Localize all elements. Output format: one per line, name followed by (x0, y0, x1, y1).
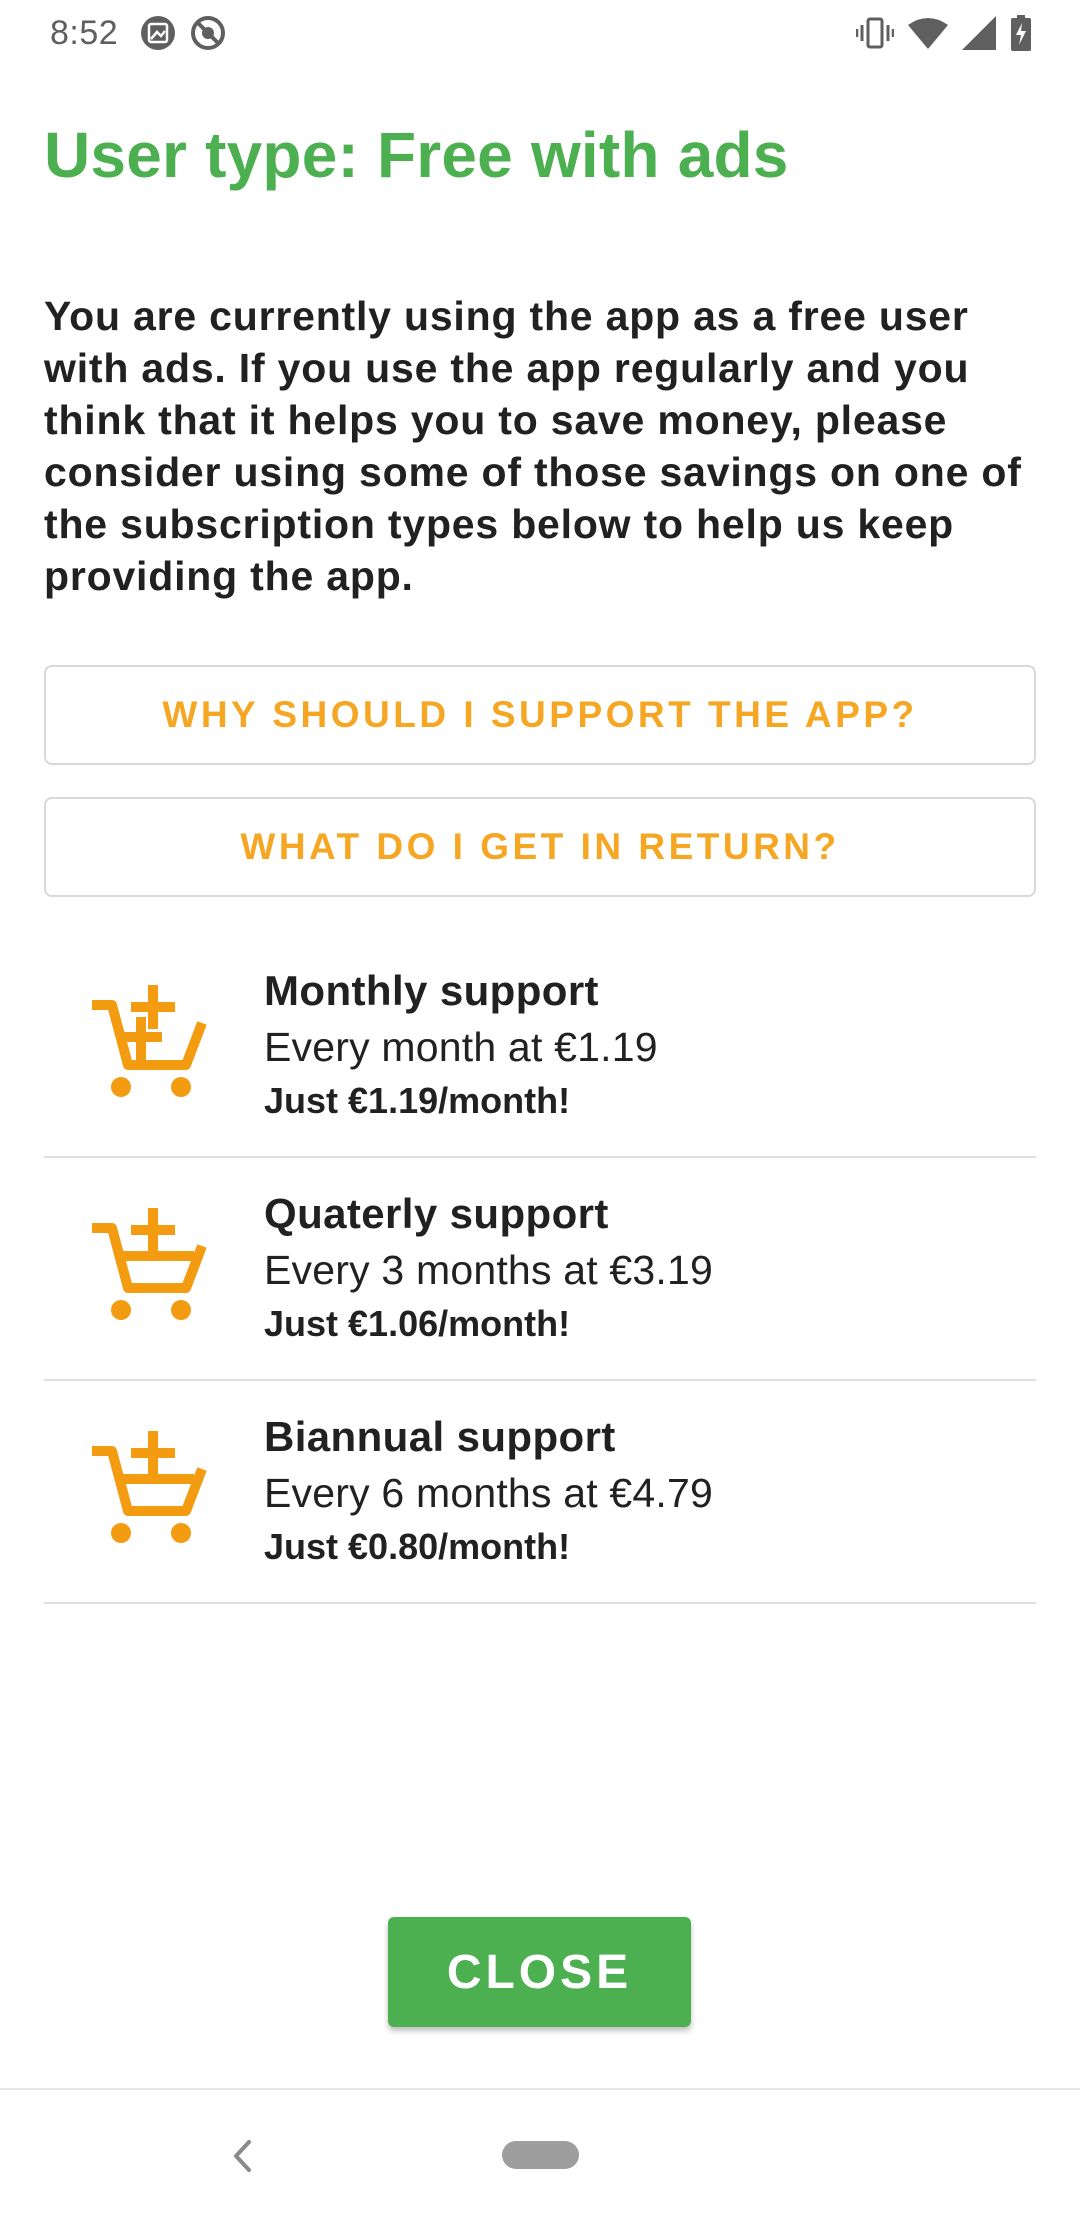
subscription-per-month: Just €1.06/month! (264, 1303, 571, 1344)
add-to-cart-icon (88, 983, 208, 1103)
subscription-per-month: Just €1.19/month! (264, 1080, 571, 1121)
subscription-item-monthly[interactable]: Monthly support Every month at €1.19 Jus… (44, 935, 1036, 1158)
subscription-price: Every month at €1.19 (264, 1024, 658, 1070)
status-right-icons (856, 15, 1032, 51)
subscription-per-month: Just €0.80/month! (264, 1526, 571, 1567)
subscription-item-quarterly[interactable]: Quaterly support Every 3 months at €3.19… (44, 1158, 1036, 1381)
close-button[interactable]: CLOSE (388, 1917, 691, 2027)
subscription-list: Monthly support Every month at €1.19 Jus… (44, 935, 1036, 1604)
what-in-return-button[interactable]: WHAT DO I GET IN RETURN? (44, 797, 1036, 897)
add-to-cart-icon (88, 1206, 208, 1326)
navigation-bar (0, 2088, 1080, 2220)
back-icon[interactable] (222, 2136, 262, 2176)
subscription-text: Quaterly support Every 3 months at €3.19… (264, 1188, 713, 1348)
home-pill-icon[interactable] (502, 2141, 579, 2169)
subscription-item-biannual[interactable]: Biannual support Every 6 months at €4.79… (44, 1381, 1036, 1604)
cellular-signal-icon (962, 16, 996, 50)
subscription-name: Quaterly support (264, 1190, 609, 1237)
subscription-text: Biannual support Every 6 months at €4.79… (264, 1411, 713, 1571)
subscription-text: Monthly support Every month at €1.19 Jus… (264, 965, 658, 1125)
page-title: User type: Free with ads (44, 119, 789, 191)
subscription-name: Biannual support (264, 1413, 616, 1460)
status-bar: 8:52 (0, 0, 1080, 66)
subscription-name: Monthly support (264, 967, 599, 1014)
battery-charging-icon (1010, 15, 1032, 51)
subscription-price: Every 3 months at €3.19 (264, 1247, 714, 1293)
vibrate-icon (856, 16, 894, 50)
add-to-cart-icon (88, 1429, 208, 1549)
subscription-screen: 8:52 User type: Free with ads You are cu… (0, 0, 1080, 2220)
status-time: 8:52 (50, 13, 119, 52)
subscription-price: Every 6 months at €4.79 (264, 1470, 714, 1516)
do-not-disturb-icon (190, 15, 226, 51)
image-notification-icon (140, 15, 176, 51)
why-support-button[interactable]: WHY SHOULD I SUPPORT THE APP? (44, 665, 1036, 765)
description-text: You are currently using the app as a fre… (44, 293, 1022, 599)
wifi-icon (908, 17, 948, 49)
